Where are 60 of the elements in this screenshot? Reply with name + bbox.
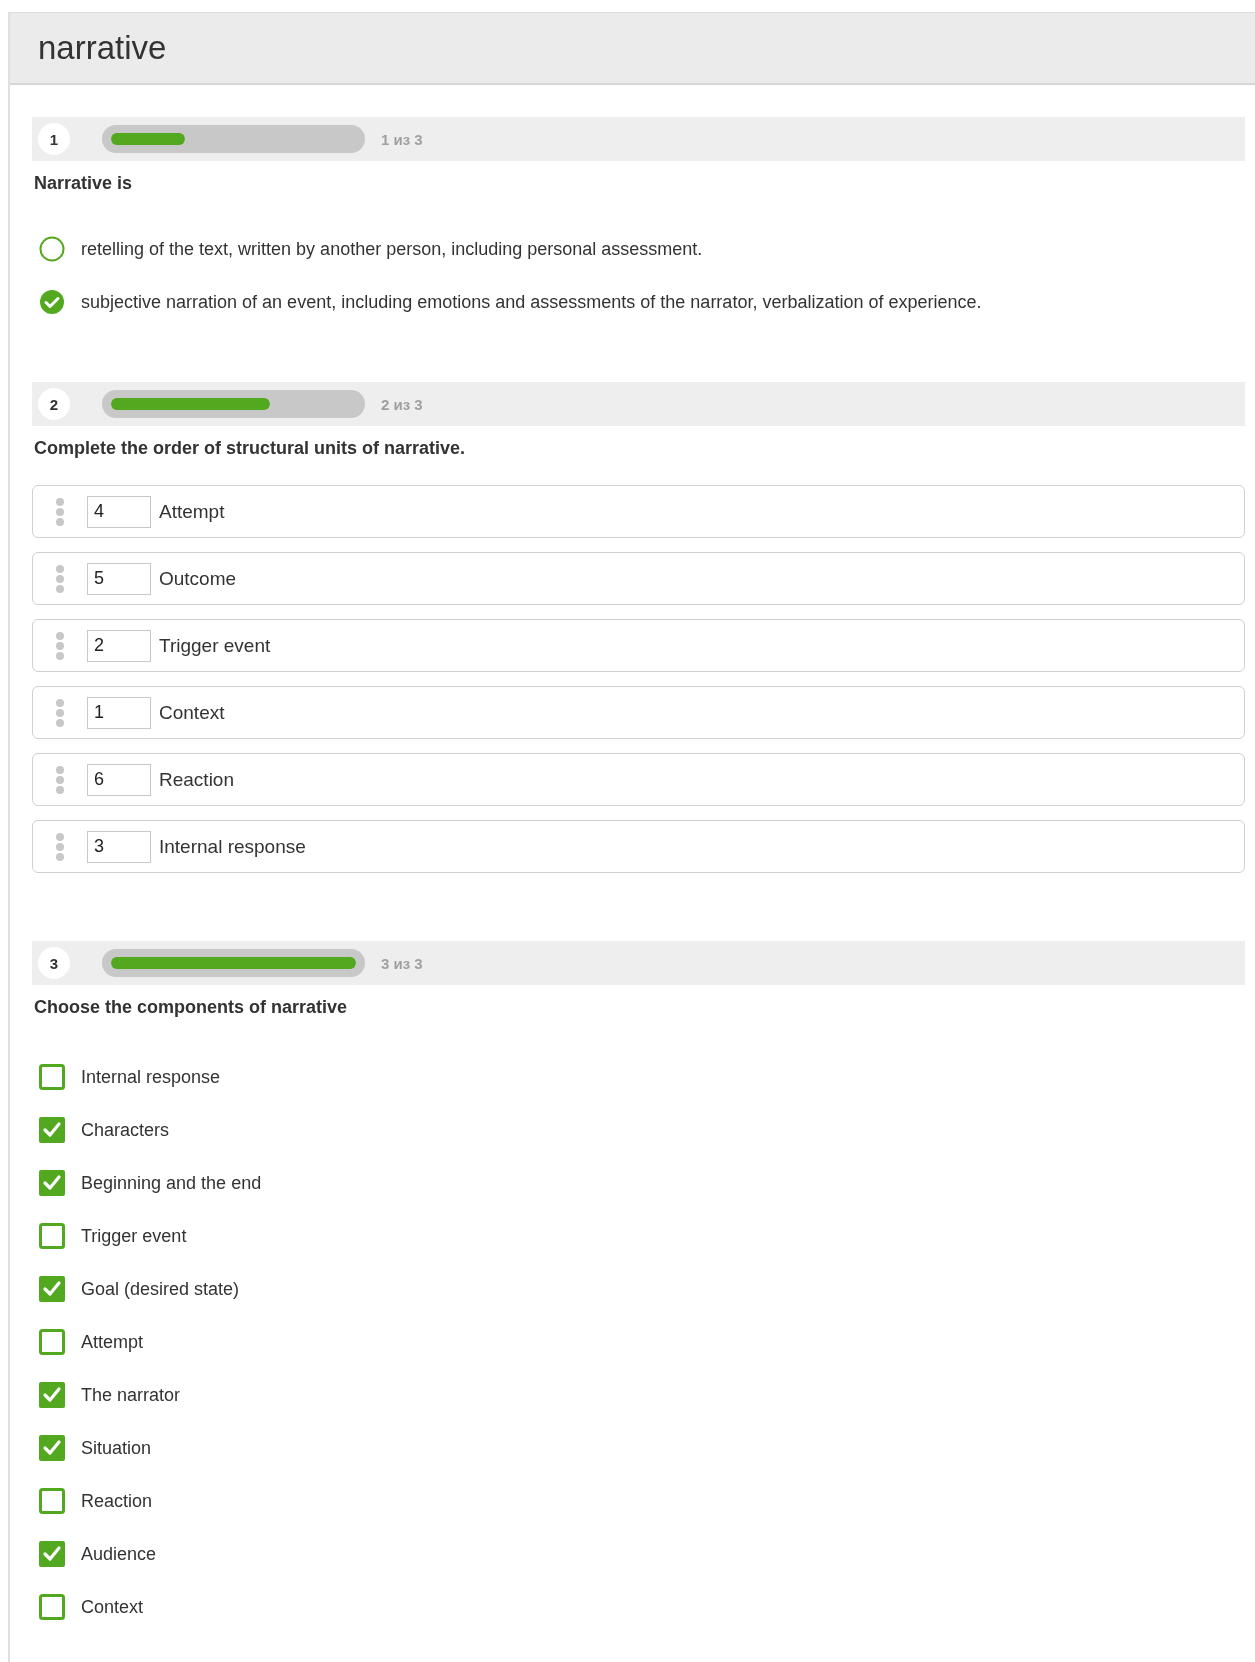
option-label: Context — [81, 1596, 144, 1618]
question-number: 2 — [38, 388, 70, 420]
drag-handle-icon[interactable] — [55, 698, 65, 727]
question-number: 1 — [38, 123, 70, 155]
question-text: Choose the components of narrative — [34, 997, 349, 1018]
option-label: Goal (desired state) — [81, 1278, 240, 1300]
checkbox[interactable] — [39, 1594, 65, 1620]
page-title: narrative — [38, 29, 167, 67]
checkbox[interactable] — [39, 1435, 65, 1461]
option-label: The narrator — [81, 1384, 181, 1406]
option-label: retelling of the text, written by another person, including personal assessment. — [81, 238, 703, 260]
sortable-item[interactable]: 6 Reaction — [32, 753, 1245, 806]
sortable-item[interactable]: 5 Outcome — [32, 552, 1245, 605]
checkbox[interactable] — [39, 1488, 65, 1514]
progress-label: 3 из 3 — [381, 954, 423, 972]
radio-button[interactable] — [39, 289, 65, 315]
sortable-item[interactable]: 3 Internal response — [32, 820, 1245, 873]
option-label: subjective narration of an event, including emotions and assessments of the narrator, verbalization of experience. — [81, 291, 982, 313]
progress-label: 2 из 3 — [381, 395, 423, 413]
drag-handle-icon[interactable] — [55, 631, 65, 660]
option-label: Characters — [81, 1119, 170, 1141]
option-label: Beginning and the end — [81, 1172, 262, 1194]
order-input[interactable]: 6 — [87, 763, 151, 796]
checkbox[interactable] — [39, 1223, 65, 1249]
checkbox[interactable] — [39, 1064, 65, 1090]
checkbox[interactable] — [39, 1170, 65, 1196]
order-input[interactable]: 1 — [87, 696, 151, 729]
drag-handle-icon[interactable] — [55, 765, 65, 794]
checkbox[interactable] — [39, 1382, 65, 1408]
item-label: Outcome — [159, 567, 237, 590]
drag-handle-icon[interactable] — [55, 497, 65, 526]
order-input[interactable]: 5 — [87, 562, 151, 595]
checkbox[interactable] — [39, 1117, 65, 1143]
option-label: Audience — [81, 1543, 157, 1565]
drag-handle-icon[interactable] — [55, 564, 65, 593]
sortable-item[interactable]: 2 Trigger event — [32, 619, 1245, 672]
question-text: Complete the order of structural units of narrative. — [34, 438, 467, 459]
radio-button[interactable] — [39, 236, 65, 262]
order-input[interactable]: 4 — [87, 495, 151, 528]
order-input[interactable]: 3 — [87, 830, 151, 863]
option-label: Internal response — [81, 1066, 221, 1088]
checkbox[interactable] — [39, 1541, 65, 1567]
checkbox[interactable] — [39, 1329, 65, 1355]
item-label: Internal response — [159, 835, 306, 858]
order-input[interactable]: 2 — [87, 629, 151, 662]
progress-label: 1 из 3 — [381, 130, 423, 148]
question-text: Narrative is — [34, 173, 134, 194]
checkbox[interactable] — [39, 1276, 65, 1302]
item-label: Context — [159, 701, 225, 724]
option-label: Reaction — [81, 1490, 153, 1512]
drag-handle-icon[interactable] — [55, 832, 65, 861]
question-number: 3 — [38, 947, 70, 979]
item-label: Reaction — [159, 768, 234, 791]
sortable-item[interactable]: 4 Attempt — [32, 485, 1245, 538]
sortable-item[interactable]: 1 Context — [32, 686, 1245, 739]
option-label: Situation — [81, 1437, 152, 1459]
item-label: Trigger event — [159, 634, 271, 657]
option-label: Attempt — [81, 1331, 144, 1353]
option-label: Trigger event — [81, 1225, 187, 1247]
item-label: Attempt — [159, 500, 225, 523]
